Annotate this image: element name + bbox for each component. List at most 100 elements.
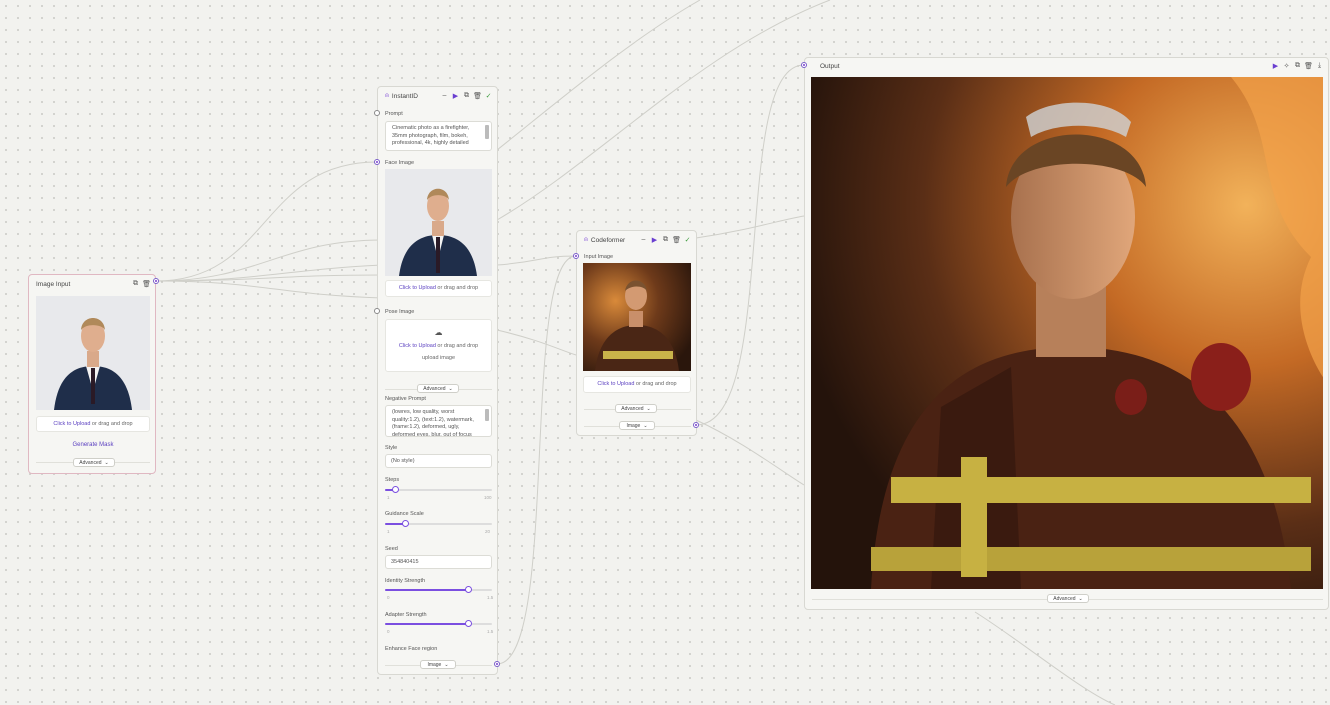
wire-image-to-upload	[155, 280, 384, 299]
slider-knob[interactable]	[464, 585, 472, 593]
steps-slider[interactable]	[385, 485, 492, 493]
upload-area[interactable]: Click to Upload or drag and drop	[36, 416, 150, 432]
wire-image-to-prompt	[155, 264, 384, 282]
slider-knob[interactable]	[464, 619, 472, 627]
input-image-label: Input Image	[584, 254, 614, 260]
image-input-title: Image Input	[36, 281, 71, 288]
style-select[interactable]: (No style)	[385, 454, 492, 468]
image-input-node[interactable]: Image Input ⧉ 🗑 Click to Upload or drag …	[28, 274, 156, 474]
chevron-down-icon: ⌄	[444, 661, 449, 668]
duplicate-icon[interactable]: ⧉	[1294, 62, 1301, 69]
instantid-output-port[interactable]	[494, 661, 500, 667]
prompt-label: Prompt	[385, 111, 403, 117]
duplicate-icon[interactable]: ⧉	[132, 280, 139, 287]
wire-pose-out	[496, 329, 577, 356]
pose-upload-area[interactable]: ☁ Click to Upload or drag and drop uploa…	[385, 319, 492, 372]
face-image-input-port[interactable]	[374, 159, 380, 165]
codeformer-node[interactable]: ⍝ Codeformer – ▶ ⧉ 🗑 ✓ Input Image Click…	[576, 230, 697, 436]
advanced-label: Advanced	[423, 385, 446, 392]
prompt-textarea[interactable]: Cinematic photo as a firefighter, 35mm p…	[385, 121, 492, 151]
wire-output-bottom	[974, 611, 1116, 705]
delete-icon[interactable]: 🗑	[672, 236, 681, 244]
guidance-min: 1	[387, 529, 390, 534]
settings-icon[interactable]: ✧	[1283, 62, 1290, 70]
codeformer-output-port[interactable]	[693, 422, 699, 428]
seed-value: 354840415	[391, 559, 419, 565]
play-icon[interactable]: ▶	[452, 92, 459, 100]
model-icon: ⍝	[584, 236, 588, 243]
slider-knob[interactable]	[401, 519, 409, 527]
output-node[interactable]: Output ▶ ✧ ⧉ 🗑 ⤓ Advanced ⌄	[804, 57, 1329, 610]
wire-codeformer-right	[695, 215, 805, 239]
generate-mask-button[interactable]: Generate Mask	[29, 442, 157, 448]
output-input-port[interactable]	[801, 62, 807, 68]
chevron-down-icon: ⌄	[448, 385, 453, 392]
minimize-icon[interactable]: –	[441, 92, 448, 99]
guidance-slider[interactable]	[385, 519, 492, 527]
pose-upload-hint: or drag and drop	[435, 343, 479, 349]
input-image-preview	[583, 263, 691, 371]
output-type-select[interactable]: Image ⌄	[619, 421, 655, 430]
face-upload-link[interactable]: Click to Upload	[399, 285, 436, 291]
steps-label: Steps	[385, 477, 400, 483]
seed-label: Seed	[385, 546, 398, 552]
advanced-button[interactable]: Advanced ⌄	[417, 384, 459, 393]
upload-link[interactable]: Click to Upload	[53, 421, 90, 427]
face-photo	[36, 296, 150, 410]
output-title: Output	[820, 63, 840, 70]
play-icon[interactable]: ▶	[651, 236, 658, 244]
upload-link[interactable]: Click to Upload	[597, 381, 634, 387]
negative-prompt-textarea[interactable]: (lowres, low quality, worst quality:1.2)…	[385, 405, 492, 437]
pose-upload-subhint: upload image	[421, 355, 456, 361]
identity-strength-slider[interactable]	[385, 585, 492, 593]
steps-max: 100	[484, 495, 492, 500]
duplicate-icon[interactable]: ⧉	[463, 92, 470, 99]
check-icon[interactable]: ✓	[684, 236, 691, 244]
guidance-max: 20	[485, 529, 491, 534]
chevron-down-icon: ⌄	[646, 405, 651, 412]
adapter-strength-label: Adapter Strength	[385, 612, 427, 618]
scrollbar[interactable]	[485, 409, 489, 433]
advanced-label: Advanced	[79, 459, 102, 466]
negative-prompt-label: Negative Prompt	[385, 396, 426, 402]
delete-icon[interactable]: 🗑	[473, 92, 482, 100]
prompt-input-port[interactable]	[374, 110, 380, 116]
chevron-down-icon: ⌄	[1078, 595, 1083, 602]
enhance-face-label: Enhance Face region	[385, 646, 438, 652]
slider-knob[interactable]	[392, 485, 400, 493]
pose-image-input-port[interactable]	[374, 308, 380, 314]
slider-fill	[385, 623, 469, 625]
delete-icon[interactable]: 🗑	[142, 280, 151, 288]
output-image	[811, 77, 1323, 589]
wire-codeformer-bottom	[695, 419, 805, 486]
advanced-label: Advanced	[621, 405, 644, 412]
model-icon: ⍝	[385, 92, 389, 99]
play-icon[interactable]: ▶	[1272, 62, 1279, 70]
advanced-button[interactable]: Advanced ⌄	[615, 404, 657, 413]
adapter-strength-slider[interactable]	[385, 619, 492, 627]
adapter-min: 0	[387, 629, 390, 634]
output-type-select[interactable]: Image ⌄	[420, 660, 456, 669]
identity-min: 0	[387, 595, 390, 600]
image-input-output-port[interactable]	[153, 278, 159, 284]
node-title: Output	[820, 63, 840, 70]
codeformer-upload-area[interactable]: Click to Upload or drag and drop	[583, 376, 691, 393]
duplicate-icon[interactable]: ⧉	[662, 236, 669, 243]
identity-strength-label: Identity Strength	[385, 578, 426, 584]
chevron-down-icon: ⌄	[104, 459, 109, 466]
minimize-icon[interactable]: –	[640, 236, 647, 243]
pose-upload-link[interactable]: Click to Upload	[399, 343, 436, 349]
output-type-label: Image	[626, 422, 641, 429]
face-upload-area[interactable]: Click to Upload or drag and drop	[385, 280, 492, 297]
download-icon[interactable]: ⤓	[1316, 62, 1323, 69]
wire-up-2	[496, 0, 701, 151]
scrollbar[interactable]	[485, 125, 489, 147]
delete-icon[interactable]: 🗑	[1304, 62, 1313, 70]
advanced-button[interactable]: Advanced ⌄	[73, 458, 115, 467]
advanced-label: Advanced	[1053, 595, 1076, 602]
advanced-button[interactable]: Advanced ⌄	[1047, 594, 1089, 603]
seed-input[interactable]: 354840415	[385, 555, 492, 569]
check-icon[interactable]: ✓	[485, 92, 492, 100]
codeformer-input-port[interactable]	[573, 253, 579, 259]
instantid-node[interactable]: ⍝ InstantID – ▶ ⧉ 🗑 ✓ Prompt Cinematic p…	[377, 86, 498, 675]
